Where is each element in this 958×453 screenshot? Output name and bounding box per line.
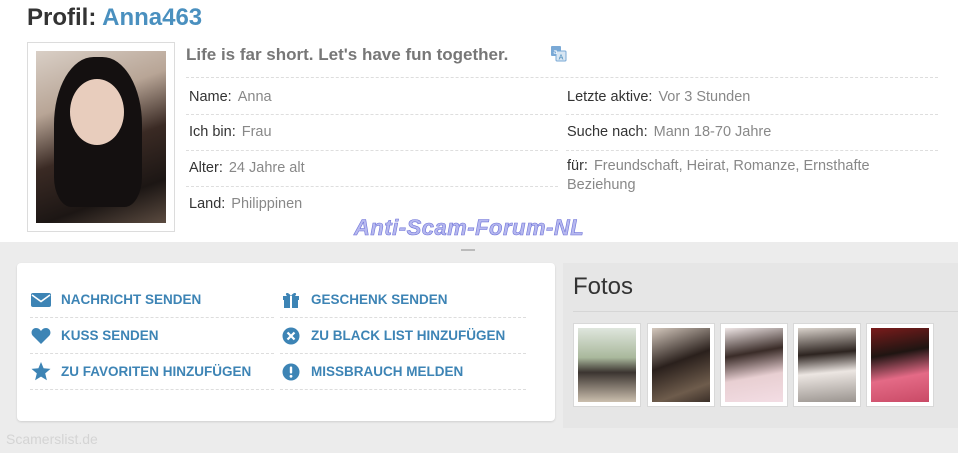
field-country-value: Philippinen xyxy=(231,196,303,212)
field-name-label: Name: xyxy=(189,89,232,105)
report-abuse-button[interactable]: MISSBRAUCH MELDEN xyxy=(280,354,526,390)
actions-card: NACHRICHT SENDEN KUSS SENDEN ZU FAVORITE… xyxy=(17,263,555,421)
photo-thumbnail[interactable] xyxy=(647,323,715,407)
svg-text:A: A xyxy=(559,53,564,61)
photo-thumbnail-image xyxy=(725,328,783,402)
add-favorite-label: ZU FAVORITEN HINZUFÜGEN xyxy=(61,364,252,379)
photos-title: Fotos xyxy=(573,273,634,300)
field-last-active-value: Vor 3 Stunden xyxy=(658,89,751,105)
field-country: Land: Philippinen xyxy=(189,196,302,212)
photo-thumbnail[interactable] xyxy=(866,323,934,407)
row-divider xyxy=(186,186,558,187)
send-message-button[interactable]: NACHRICHT SENDEN xyxy=(30,282,274,318)
exclamation-circle-icon xyxy=(280,361,302,383)
field-age-label: Alter: xyxy=(189,160,223,176)
photo-thumbnail-image xyxy=(578,328,636,402)
report-abuse-label: MISSBRAUCH MELDEN xyxy=(311,364,464,379)
photo-thumbnail-image xyxy=(652,328,710,402)
field-country-label: Land: xyxy=(189,196,226,212)
photos-divider xyxy=(573,311,958,312)
field-age: Alter: 24 Jahre alt xyxy=(189,160,305,176)
field-for-value: Freundschaft, Heirat, Romanze, Ernsthaft… xyxy=(567,158,870,193)
field-last-active: Letzte aktive: Vor 3 Stunden xyxy=(567,89,750,105)
svg-text:a: a xyxy=(553,48,557,56)
row-divider xyxy=(186,150,558,151)
profile-card: Profil: Anna463 Life is far short. Let's… xyxy=(0,0,958,242)
field-name: Name: Anna xyxy=(189,89,272,105)
field-for: für: Freundschaft, Heirat, Romanze, Ernst… xyxy=(567,157,912,195)
profile-photo[interactable] xyxy=(27,42,175,232)
footer-watermark: Scamerslist.de xyxy=(6,431,98,447)
profile-photo-image xyxy=(36,51,166,223)
profile-bio: Life is far short. Let's have fun togeth… xyxy=(186,45,509,64)
username: Anna463 xyxy=(102,4,203,31)
field-gender-value: Frau xyxy=(241,124,272,140)
collapse-handle[interactable] xyxy=(461,249,475,251)
field-age-value: 24 Jahre alt xyxy=(228,160,305,176)
x-circle-icon xyxy=(280,325,302,347)
field-gender: Ich bin: Frau xyxy=(189,124,272,140)
send-kiss-label: KUSS SENDEN xyxy=(61,328,159,343)
field-for-label: für: xyxy=(567,158,588,174)
envelope-icon xyxy=(30,289,52,311)
page-title: Profil: Anna463 xyxy=(27,4,202,32)
photos-panel: Fotos xyxy=(563,263,958,428)
photo-thumbnail[interactable] xyxy=(573,323,641,407)
gift-icon xyxy=(280,289,302,311)
add-blacklist-label: ZU BLACK LIST HINZUFÜGEN xyxy=(311,328,506,343)
photo-thumbnail-image xyxy=(871,328,929,402)
field-seeking: Suche nach: Mann 18-70 Jahre xyxy=(567,124,771,140)
watermark: Anti-Scam-Forum-NL xyxy=(354,215,585,241)
row-divider xyxy=(566,150,938,151)
photo-thumbnail[interactable] xyxy=(793,323,861,407)
fields-divider xyxy=(186,77,938,78)
field-name-value: Anna xyxy=(237,89,272,105)
send-gift-button[interactable]: GESCHENK SENDEN xyxy=(280,282,526,318)
star-icon xyxy=(30,361,52,383)
add-blacklist-button[interactable]: ZU BLACK LIST HINZUFÜGEN xyxy=(280,318,526,354)
photo-thumbnail-image xyxy=(798,328,856,402)
heart-icon xyxy=(30,325,52,347)
translate-icon[interactable]: a A xyxy=(550,45,567,62)
title-prefix: Profil: xyxy=(27,4,97,31)
field-last-active-label: Letzte aktive: xyxy=(567,89,653,105)
field-seeking-label: Suche nach: xyxy=(567,124,648,140)
send-kiss-button[interactable]: KUSS SENDEN xyxy=(30,318,274,354)
photo-thumbnail[interactable] xyxy=(720,323,788,407)
field-seeking-value: Mann 18-70 Jahre xyxy=(653,124,772,140)
field-gender-label: Ich bin: xyxy=(189,124,236,140)
row-divider xyxy=(566,114,938,115)
send-gift-label: GESCHENK SENDEN xyxy=(311,292,448,307)
send-message-label: NACHRICHT SENDEN xyxy=(61,292,202,307)
row-divider xyxy=(186,114,558,115)
add-favorite-button[interactable]: ZU FAVORITEN HINZUFÜGEN xyxy=(30,354,274,390)
